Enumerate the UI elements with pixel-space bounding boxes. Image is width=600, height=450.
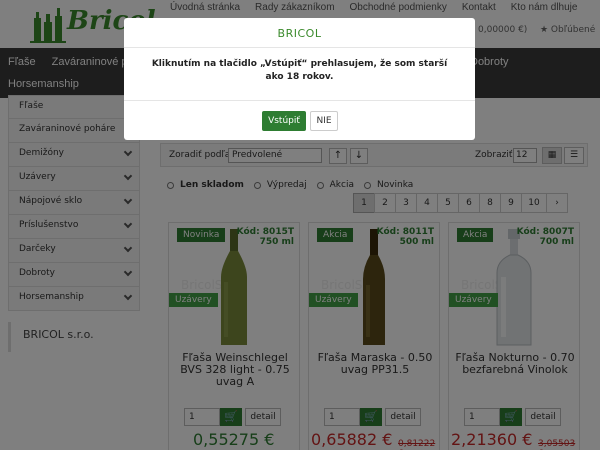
divider bbox=[124, 100, 475, 101]
enter-button[interactable]: Vstúpiť bbox=[262, 111, 306, 131]
modal-message: Kliknutím na tlačidlo „Vstúpiť“ prehlasu… bbox=[151, 59, 448, 82]
modal-title: BRICOL bbox=[277, 27, 322, 40]
decline-button[interactable]: NIE bbox=[310, 111, 338, 131]
divider bbox=[124, 47, 475, 48]
age-verification-modal: BRICOL Kliknutím na tlačidlo „Vstúpiť“ p… bbox=[124, 18, 475, 140]
